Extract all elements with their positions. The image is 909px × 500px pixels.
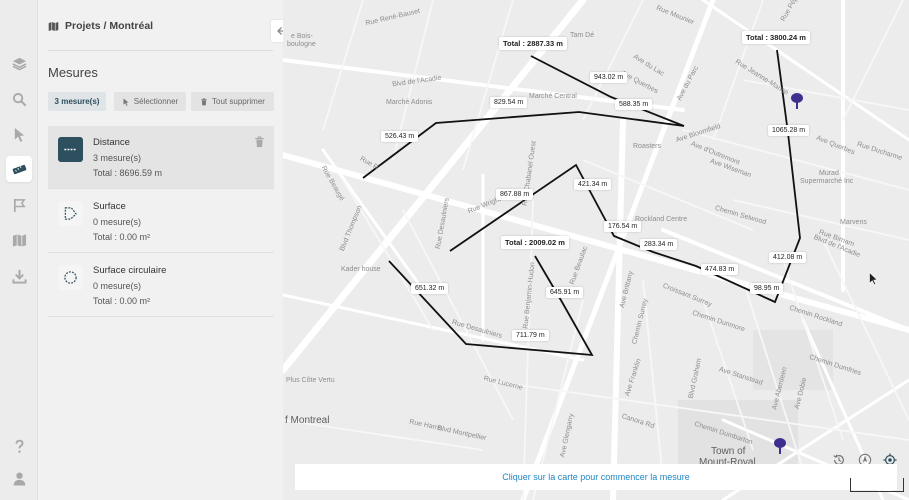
place-label: Rockland Centre xyxy=(635,216,688,223)
segment-label: 176.54 m xyxy=(604,221,642,232)
item-total: Total : 8696.59 m xyxy=(93,168,163,178)
ruler-button[interactable] xyxy=(6,156,32,182)
panel-divider xyxy=(48,50,273,51)
item-count: 0 mesure(s) xyxy=(93,281,142,291)
map-icon xyxy=(12,233,26,247)
segment-label: 645.91 m xyxy=(546,287,584,298)
circle-icon xyxy=(64,271,77,284)
delete-all-button[interactable]: Tout supprimer xyxy=(191,92,274,111)
user-icon xyxy=(13,472,25,486)
delete-all-label: Tout supprimer xyxy=(212,97,265,106)
segment-label: 1065.28 m xyxy=(768,125,810,136)
layers-icon xyxy=(12,57,26,70)
segment-label: 867.88 m xyxy=(496,189,534,200)
place-label: Murad xyxy=(819,170,839,177)
help-icon xyxy=(15,439,23,453)
item-name: Surface xyxy=(93,201,126,212)
ruler-icon xyxy=(12,164,26,174)
map-button[interactable] xyxy=(6,227,32,253)
distance-line-icon xyxy=(64,148,77,151)
place-label: e Bois- xyxy=(291,33,313,40)
measure-item-distance[interactable]: Distance 3 mesure(s) Total : 8696.59 m xyxy=(48,126,274,189)
segment-label: 651.32 m xyxy=(411,283,449,294)
map-icon xyxy=(48,21,59,31)
tree-marker-icon[interactable] xyxy=(790,92,804,110)
panel-title: Mesures xyxy=(48,65,98,80)
place-label: Kader house xyxy=(341,266,381,273)
segment-label: 829.54 m xyxy=(490,97,528,108)
measure-count-label: 3 mesure(s) xyxy=(54,97,100,106)
user-button[interactable] xyxy=(6,465,32,491)
measure-total-label: Total : 2009.02 m xyxy=(501,236,569,249)
city-label: Town of xyxy=(711,446,746,457)
place-label: Tam Dé xyxy=(570,32,595,39)
layers-button[interactable] xyxy=(6,50,32,76)
item-total: Total : 0.00 m² xyxy=(93,296,151,306)
distance-type-icon xyxy=(58,137,83,162)
search-button[interactable] xyxy=(6,86,32,112)
segment-label: 283.34 m xyxy=(640,239,678,250)
measure-total-label: Total : 2887.33 m xyxy=(499,37,567,50)
help-button[interactable] xyxy=(6,433,32,459)
item-total: Total : 0.00 m² xyxy=(93,232,151,242)
measure-panel: Projets / Montréal Mesures 3 mesure(s) S… xyxy=(38,0,293,500)
polygon-icon xyxy=(64,207,77,220)
select-button-label: Sélectionner xyxy=(133,97,179,106)
pointer-icon xyxy=(123,98,129,106)
item-name: Distance xyxy=(93,137,130,148)
icon-rail xyxy=(0,0,38,500)
measure-item-circular-surface[interactable]: Surface circulaire 0 mesure(s) Total : 0… xyxy=(48,254,274,317)
segment-label: 412.08 m xyxy=(769,252,807,263)
segment-label: 943.02 m xyxy=(590,72,628,83)
circular-type-icon xyxy=(58,265,83,290)
place-label: Marché Adonis xyxy=(386,99,433,106)
mouse-cursor-icon xyxy=(869,272,878,285)
map-hint-bar: Cliquer sur la carte pour commencer la m… xyxy=(295,464,897,490)
measure-item-surface[interactable]: Surface 0 mesure(s) Total : 0.00 m² xyxy=(48,190,274,253)
download-icon xyxy=(11,269,27,284)
breadcrumb-text[interactable]: Projets / Montréal xyxy=(65,20,153,32)
place-label: Plus Côte Vertu xyxy=(286,377,335,384)
map-hint-text[interactable]: Cliquer sur la carte pour commencer la m… xyxy=(502,472,690,482)
city-label: f Montreal xyxy=(285,415,330,426)
place-label: Roasters xyxy=(633,143,662,150)
flag-button[interactable] xyxy=(6,192,32,218)
segment-label: 98.95 m xyxy=(750,283,784,294)
tree-marker-icon[interactable] xyxy=(773,437,787,455)
place-label: boulogne xyxy=(287,41,316,48)
place-label: Marvens xyxy=(840,219,867,226)
select-button[interactable]: Sélectionner xyxy=(114,92,186,111)
surface-type-icon xyxy=(58,201,83,226)
pointer-icon xyxy=(14,127,24,142)
place-label: Supermarché Inc xyxy=(800,178,854,185)
scale-bar xyxy=(850,478,904,492)
trash-icon[interactable] xyxy=(254,136,265,148)
item-name: Surface circulaire xyxy=(93,265,167,276)
place-label: Marché Central xyxy=(529,93,577,100)
breadcrumb: Projets / Montréal xyxy=(48,20,153,32)
segment-label: 474.83 m xyxy=(701,264,739,275)
item-count: 3 mesure(s) xyxy=(93,153,142,163)
segment-label: 526.43 m xyxy=(381,131,419,142)
segment-label: 421.34 m xyxy=(574,179,612,190)
item-count: 0 mesure(s) xyxy=(93,217,142,227)
measure-total-label: Total : 3800.24 m xyxy=(742,31,810,44)
segment-label: 711.79 m xyxy=(512,330,549,341)
segment-label: 588.35 m xyxy=(615,99,653,110)
search-icon xyxy=(12,92,26,106)
trash-icon xyxy=(201,97,207,105)
map-canvas[interactable]: Rue René-Bauset Tam Dé e Bois- boulogne … xyxy=(283,0,909,500)
flag-icon xyxy=(13,198,26,212)
measure-count-chip[interactable]: 3 mesure(s) xyxy=(48,92,106,111)
download-button[interactable] xyxy=(6,263,32,289)
pointer-button[interactable] xyxy=(6,121,32,147)
